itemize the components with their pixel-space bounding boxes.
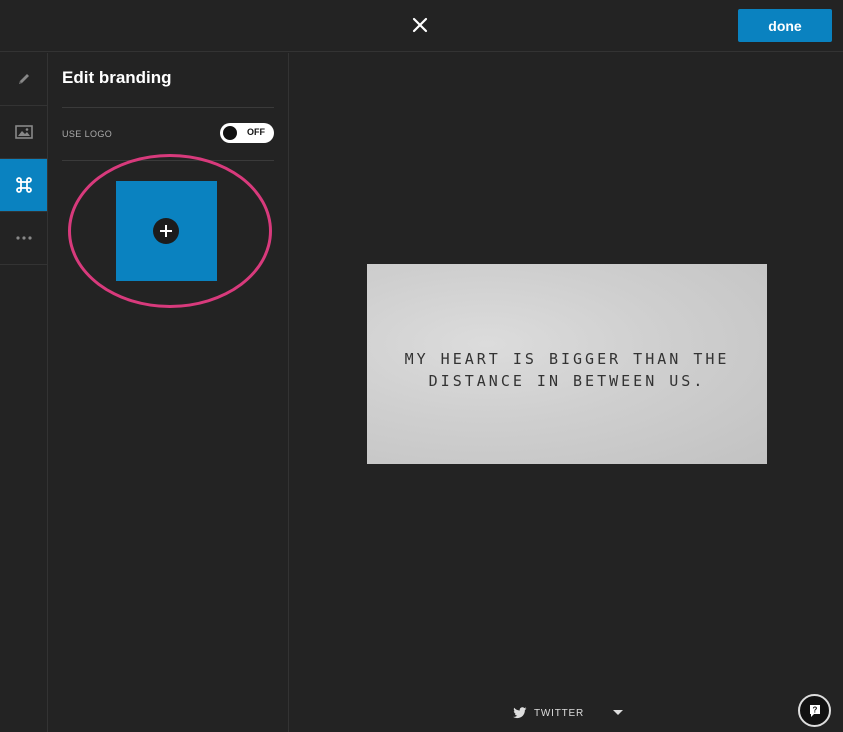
tool-rail [0,53,48,732]
plus-circle-icon [153,218,179,244]
more-dots-icon [15,236,32,240]
top-bar: done [0,0,843,52]
close-icon [412,17,428,33]
close-button[interactable] [409,14,431,36]
toggle-knob [223,126,237,140]
quote-line-2: DISTANCE IN BETWEEN US. [428,372,706,390]
divider [62,107,274,108]
panel-title: Edit branding [62,68,172,87]
quote-text: MY HEART IS BIGGER THAN THE DISTANCE IN … [367,348,767,392]
image-icon [14,125,33,139]
rail-item-edit[interactable] [0,53,47,106]
twitter-icon [513,707,527,719]
share-platform-selector[interactable]: TWITTER [513,704,623,722]
branding-panel: Edit branding USE LOGO OFF [48,53,289,732]
rail-item-branding[interactable] [0,159,47,212]
toggle-state-text: OFF [247,127,265,137]
use-logo-label: USE LOGO [62,129,113,139]
quote-preview-image: MY HEART IS BIGGER THAN THE DISTANCE IN … [367,264,767,464]
quote-line-1: MY HEART IS BIGGER THAN THE [404,350,730,368]
help-chat-icon: ? [809,704,820,717]
rail-item-image[interactable] [0,106,47,159]
logo-upload-button[interactable] [116,181,217,281]
help-button[interactable]: ? [798,694,831,727]
share-platform-label: TWITTER [534,707,585,719]
done-button[interactable]: done [738,9,832,42]
chevron-down-icon [613,710,623,715]
svg-text:?: ? [812,705,817,714]
pencil-icon [18,74,29,84]
use-logo-toggle[interactable]: OFF [220,123,274,143]
rail-item-more[interactable] [0,212,47,265]
command-icon [15,177,32,193]
